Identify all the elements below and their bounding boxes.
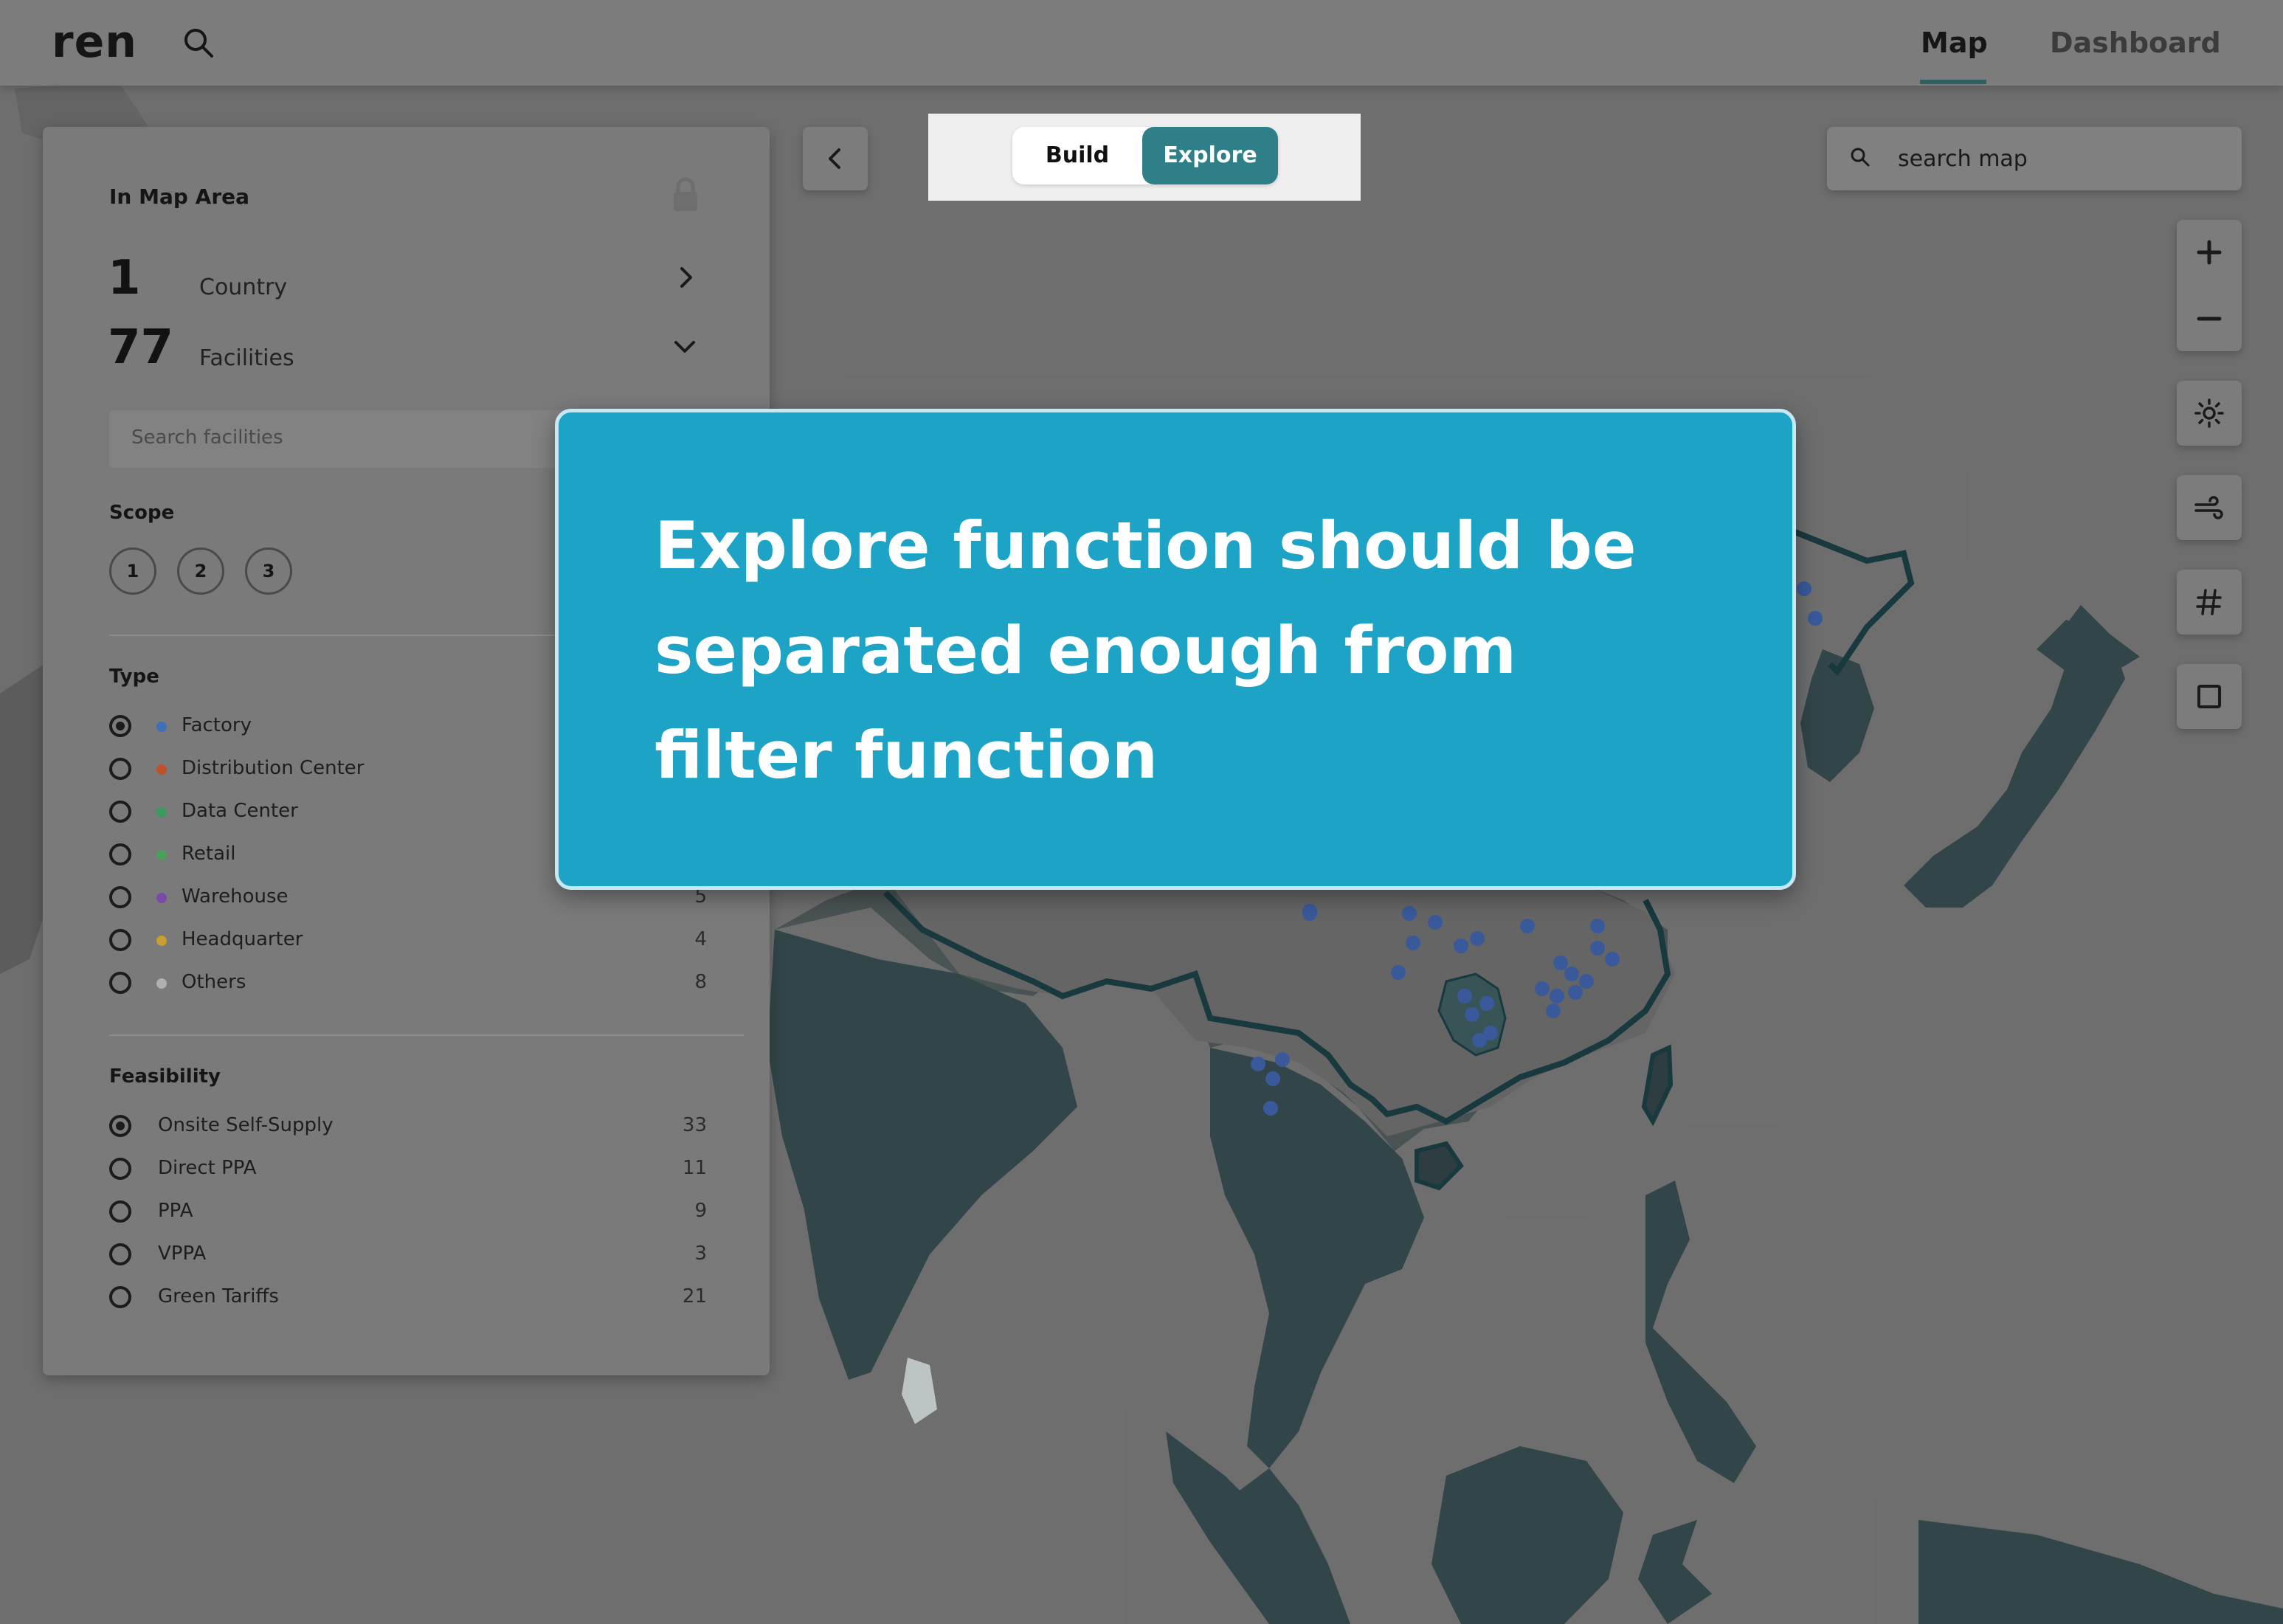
search-icon[interactable] (181, 25, 216, 61)
radio-button[interactable] (109, 886, 131, 908)
radio-button[interactable] (109, 1200, 131, 1223)
radio-button[interactable] (109, 801, 131, 823)
type-color-dot (156, 764, 167, 775)
mode-toggle-container: Build Explore (928, 114, 1361, 201)
explore-mode-button[interactable]: Explore (1142, 127, 1278, 184)
chevron-left-icon (829, 148, 840, 169)
radio-button[interactable] (109, 758, 131, 780)
radio-button[interactable] (109, 929, 131, 951)
country-count: 1 (108, 251, 141, 305)
type-label: Data Center (182, 800, 298, 822)
type-color-dot (156, 807, 167, 818)
area-select-button[interactable] (2177, 664, 2242, 729)
feasibility-label: Onsite Self-Supply (158, 1114, 334, 1136)
zoom-out-icon (2197, 317, 2222, 321)
type-label: Headquarter (182, 928, 303, 950)
type-label: Retail (182, 843, 236, 865)
facilities-label: Facilities (199, 345, 294, 371)
facilities-count: 77 (108, 320, 174, 375)
type-color-dot (156, 722, 167, 732)
mode-toggle: Build Explore (1012, 127, 1278, 184)
type-count: 4 (694, 928, 707, 950)
type-row-headquarter[interactable]: Headquarter 4 (109, 925, 707, 955)
annotation-callout: Explore function should be separated eno… (555, 409, 1796, 890)
map-search-placeholder: search map (1898, 146, 2028, 172)
feasibility-row-green-tariffs[interactable]: Green Tariffs 21 (109, 1282, 707, 1312)
feasibility-label: VPPA (158, 1243, 207, 1265)
feasibility-row-vppa[interactable]: VPPA 3 (109, 1240, 707, 1269)
panel-title: In Map Area (109, 184, 250, 209)
feasibility-count: 33 (682, 1114, 707, 1136)
radio-button[interactable] (109, 843, 131, 865)
type-label: Factory (182, 714, 252, 736)
scope-option-2[interactable]: 2 (177, 547, 224, 595)
collapse-panel-button[interactable] (803, 127, 868, 190)
radio-button[interactable] (109, 1243, 131, 1265)
type-label: Others (182, 971, 246, 993)
map-search-input[interactable]: search map (1827, 127, 2242, 190)
build-mode-button[interactable]: Build (1012, 127, 1142, 184)
tab-map[interactable]: Map (1921, 27, 1988, 59)
chevron-down-icon[interactable] (671, 334, 698, 360)
radio-button[interactable] (109, 1115, 131, 1137)
feasibility-count: 9 (694, 1200, 707, 1222)
facility-search-placeholder: Search facilities (131, 426, 283, 449)
type-row-others[interactable]: Others 8 (109, 968, 707, 998)
radio-button[interactable] (109, 1158, 131, 1180)
radio-button[interactable] (109, 972, 131, 994)
feasibility-label: Direct PPA (158, 1157, 257, 1179)
scope-option-3[interactable]: 3 (245, 547, 292, 595)
lock-icon[interactable] (671, 177, 700, 212)
tab-dashboard[interactable]: Dashboard (2050, 27, 2221, 59)
feasibility-heading: Feasibility (109, 1065, 221, 1088)
feasibility-row-onsite[interactable]: Onsite Self-Supply 33 (109, 1111, 707, 1141)
radio-button[interactable] (109, 1286, 131, 1308)
type-color-dot (156, 850, 167, 860)
callout-text: Explore function should be separated eno… (654, 508, 1637, 793)
app-logo[interactable]: ren (52, 16, 137, 68)
sun-icon (2194, 398, 2224, 428)
feasibility-count: 21 (682, 1285, 707, 1307)
wind-icon (2194, 496, 2223, 519)
top-bar: ren Map Dashboard (0, 0, 2283, 86)
hash-icon (2196, 589, 2222, 615)
type-label: Warehouse (182, 885, 289, 908)
radio-button[interactable] (109, 715, 131, 737)
feasibility-label: Green Tariffs (158, 1285, 279, 1307)
active-tab-indicator (1920, 80, 1986, 84)
feasibility-count: 3 (694, 1243, 707, 1265)
zoom-out-button[interactable] (2177, 286, 2242, 351)
square-icon (2197, 685, 2221, 708)
zoom-in-button[interactable] (2177, 220, 2242, 285)
feasibility-row-direct-ppa[interactable]: Direct PPA 11 (109, 1154, 707, 1184)
zoom-in-icon (2197, 240, 2222, 265)
feasibility-row-ppa[interactable]: PPA 9 (109, 1197, 707, 1226)
solar-layer-button[interactable] (2177, 381, 2242, 446)
type-color-dot (156, 936, 167, 946)
type-heading: Type (109, 666, 159, 688)
wind-layer-button[interactable] (2177, 475, 2242, 540)
search-icon (1851, 148, 1870, 167)
type-label: Distribution Center (182, 757, 365, 779)
type-color-dot (156, 978, 167, 989)
type-color-dot (156, 893, 167, 903)
scope-option-1[interactable]: 1 (109, 547, 156, 595)
feasibility-count: 11 (682, 1157, 707, 1179)
country-label: Country (199, 274, 288, 300)
grid-layer-button[interactable] (2177, 570, 2242, 635)
type-count: 8 (694, 971, 707, 993)
divider (109, 1034, 744, 1036)
feasibility-label: PPA (158, 1200, 193, 1222)
chevron-right-icon[interactable] (673, 264, 700, 291)
zoom-controls (2177, 220, 2242, 351)
scope-heading: Scope (109, 502, 175, 524)
